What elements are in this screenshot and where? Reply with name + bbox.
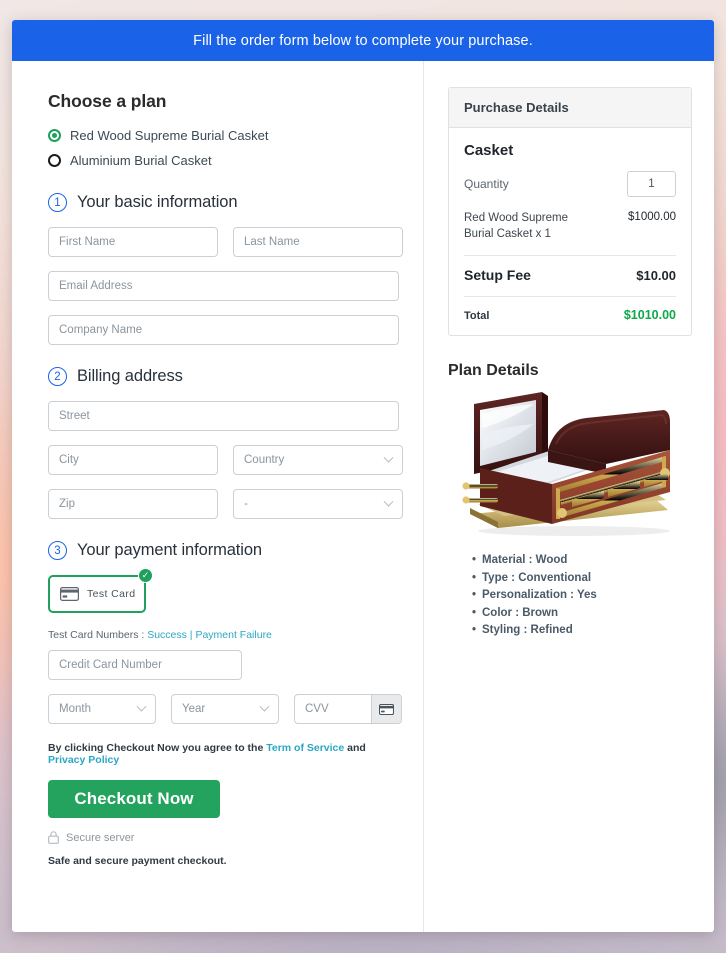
line-item: Red Wood Supreme Burial Casket x 1 $1000…	[464, 211, 676, 242]
checkout-now-button[interactable]: Checkout Now	[48, 780, 220, 818]
cvv-field-group: CVV	[294, 694, 402, 724]
cvv-help-button[interactable]	[371, 695, 401, 723]
year-select[interactable]: Year	[171, 694, 279, 724]
divider	[464, 296, 676, 298]
total-value: $1010.00	[623, 308, 676, 323]
company-row: Company Name	[48, 315, 399, 345]
quantity-label: Quantity	[464, 177, 509, 191]
plan-feature: Color : Brown	[472, 605, 692, 623]
divider	[464, 255, 676, 257]
test-card-numbers-line: Test Card Numbers : Success | Payment Fa…	[48, 629, 399, 641]
zip-state-row: Zip -	[48, 489, 403, 519]
step-payment-information: 3 Your payment information	[48, 541, 399, 560]
city-input[interactable]: City	[48, 445, 218, 475]
plan-features-list: Material : Wood Type : Conventional Pers…	[448, 552, 692, 640]
chevron-down-icon	[259, 701, 270, 712]
expiry-cvv-row: Month Year CVV	[48, 694, 402, 724]
test-card-failure-link[interactable]: Payment Failure	[195, 629, 271, 641]
company-name-input[interactable]: Company Name	[48, 315, 399, 345]
test-card-method-wrap: Test Card ✓	[48, 568, 153, 613]
summary-column: Purchase Details Casket Quantity 1 Red W…	[424, 61, 714, 932]
chevron-down-icon	[136, 701, 147, 712]
setup-fee-value: $10.00	[636, 268, 676, 284]
email-row: Email Address	[48, 271, 399, 301]
credit-card-icon	[379, 703, 394, 715]
casket-item-title: Casket	[464, 142, 514, 159]
total-row: Total $1010.00	[464, 308, 676, 322]
secure-server-label: Secure server	[66, 831, 135, 844]
test-card-label: Test Card	[87, 588, 136, 600]
line-item-price: $1000.00	[628, 211, 676, 223]
check-circle-icon: ✓	[138, 568, 153, 583]
year-select-value: Year	[182, 703, 206, 715]
setup-fee-label: Setup Fee	[464, 267, 531, 284]
state-select-value: -	[244, 498, 248, 510]
step-number-2: 2	[48, 367, 67, 386]
plan-option-redwood[interactable]: Red Wood Supreme Burial Casket	[48, 124, 399, 146]
step-number-3: 3	[48, 541, 67, 560]
state-select[interactable]: -	[233, 489, 403, 519]
test-card-method-button[interactable]: Test Card	[48, 575, 146, 613]
chevron-down-icon	[383, 496, 394, 507]
quantity-input[interactable]: 1	[627, 171, 676, 197]
radio-selected-icon[interactable]	[48, 128, 61, 142]
choose-plan-heading: Choose a plan	[48, 91, 167, 111]
street-row: Street	[48, 401, 399, 431]
agreement-mid: and	[344, 742, 366, 754]
city-country-row: City Country	[48, 445, 403, 475]
casket-product-image	[462, 392, 670, 537]
email-input[interactable]: Email Address	[48, 271, 399, 301]
safe-checkout-note: Safe and secure payment checkout.	[48, 855, 227, 867]
form-column: Choose a plan Red Wood Supreme Burial Ca…	[12, 61, 424, 932]
chevron-down-icon	[383, 452, 394, 463]
terms-of-service-link[interactable]: Term of Service	[266, 742, 344, 754]
step-title-basic: Your basic information	[77, 193, 238, 211]
zip-input[interactable]: Zip	[48, 489, 218, 519]
step-number-1: 1	[48, 193, 67, 212]
step-title-payment: Your payment information	[77, 541, 263, 559]
line-item-name: Red Wood Supreme Burial Casket x 1	[464, 212, 568, 240]
privacy-policy-link[interactable]: Privacy Policy	[48, 754, 119, 766]
plan-option-redwood-label: Red Wood Supreme Burial Casket	[70, 127, 269, 143]
plan-feature: Type : Conventional	[472, 570, 692, 588]
content-columns: Choose a plan Red Wood Supreme Burial Ca…	[12, 61, 714, 932]
plan-details-heading: Plan Details	[448, 362, 539, 380]
plan-option-aluminium-label: Aluminium Burial Casket	[70, 152, 212, 168]
test-card-success-link[interactable]: Success	[147, 629, 187, 641]
plan-feature: Personalization : Yes	[472, 587, 692, 605]
quantity-row: Quantity 1	[464, 171, 676, 197]
lock-icon	[48, 831, 59, 844]
step-title-billing: Billing address	[77, 367, 183, 385]
setup-fee-row: Setup Fee $10.00	[464, 267, 676, 283]
purchase-details-body: Casket Quantity 1 Red Wood Supreme Buria…	[449, 128, 691, 335]
plan-option-aluminium[interactable]: Aluminium Burial Casket	[48, 149, 399, 171]
card-number-row: Credit Card Number	[48, 650, 399, 680]
total-label: Total	[464, 310, 490, 323]
checkout-card: Fill the order form below to complete yo…	[12, 20, 714, 932]
street-input[interactable]: Street	[48, 401, 399, 431]
banner-text: Fill the order form below to complete yo…	[193, 32, 533, 49]
purchase-details-panel: Purchase Details Casket Quantity 1 Red W…	[448, 87, 692, 337]
plan-feature: Styling : Refined	[472, 622, 692, 640]
step-basic-information: 1 Your basic information	[48, 193, 399, 212]
first-name-input[interactable]: First Name	[48, 227, 218, 257]
country-select-value: Country	[244, 454, 285, 466]
purchase-details-title: Purchase Details	[449, 88, 691, 128]
cvv-input[interactable]: CVV	[295, 695, 371, 723]
name-row: First Name Last Name	[48, 227, 403, 257]
radio-unselected-icon[interactable]	[48, 153, 61, 167]
credit-card-icon	[60, 587, 79, 601]
terms-agreement-text: By clicking Checkout Now you agree to th…	[48, 742, 399, 766]
month-select[interactable]: Month	[48, 694, 156, 724]
month-select-value: Month	[59, 703, 91, 715]
plan-feature: Material : Wood	[472, 552, 692, 570]
last-name-input[interactable]: Last Name	[233, 227, 403, 257]
test-card-numbers-prefix: Test Card Numbers :	[48, 629, 148, 641]
country-select[interactable]: Country	[233, 445, 403, 475]
credit-card-number-input[interactable]: Credit Card Number	[48, 650, 242, 680]
secure-server-note: Secure server	[48, 831, 399, 844]
step-billing-address: 2 Billing address	[48, 367, 399, 386]
banner: Fill the order form below to complete yo…	[12, 20, 714, 61]
agreement-prefix: By clicking Checkout Now you agree to th…	[48, 742, 267, 754]
